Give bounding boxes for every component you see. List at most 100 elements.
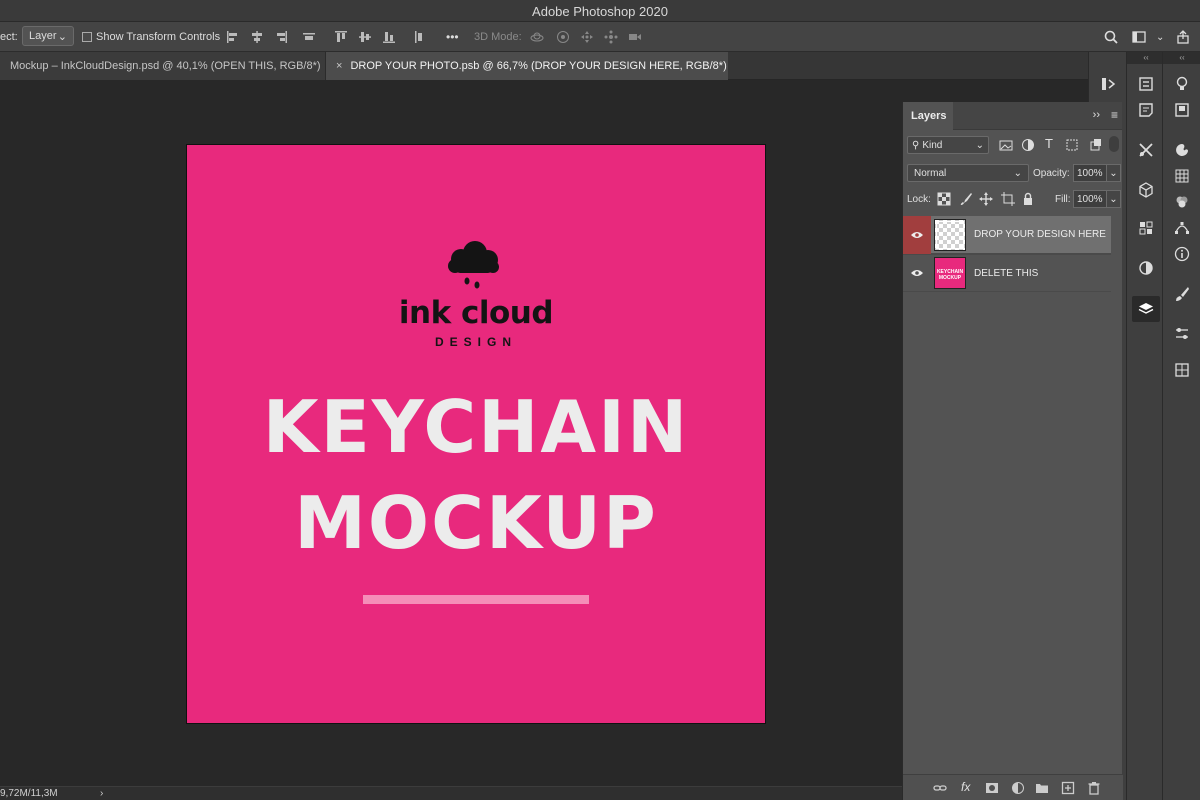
lock-position-icon[interactable] [979,192,993,209]
app-title: Adobe Photoshop 2020 [532,4,668,19]
align-left-icon[interactable] [226,22,240,52]
status-menu-arrow[interactable]: › [100,788,103,799]
channels-icon[interactable] [1172,192,1192,212]
panel-dock-2: ‹‹ [1162,52,1200,800]
layer-row-delete-this[interactable]: KEYCHAIN MOCKUP DELETE THIS [903,254,1111,292]
fill-input[interactable]: 100% [1073,190,1107,208]
lock-artboard-icon[interactable] [1001,192,1015,209]
properties-icon[interactable] [1136,74,1156,94]
align-top-icon[interactable] [334,22,348,52]
blend-row: Normal ⌄ Opacity: 100% ⌄ [903,160,1123,186]
swatches-icon[interactable] [1172,166,1192,186]
collapse-dock-icon[interactable]: ‹‹ [1163,52,1200,64]
3d-orbit-icon[interactable] [530,22,544,52]
visibility-eye-icon[interactable] [903,215,931,254]
tab-layers[interactable]: Layers [903,102,953,130]
more-options-button[interactable]: ••• [446,22,459,52]
adjustments-icon[interactable] [1136,258,1156,278]
opacity-input[interactable]: 100% [1073,164,1107,182]
options-bar: ect: Layer ⌄ Show Transform Controls •••… [0,22,1200,52]
3d-slide-icon[interactable] [604,22,618,52]
layer-name: DELETE THIS [974,267,1039,279]
notes-icon[interactable] [1136,100,1156,120]
shape-filter-icon[interactable] [1065,138,1079,155]
3d-pan-icon[interactable] [580,22,594,52]
trash-icon[interactable] [1087,781,1101,800]
image-filter-icon[interactable] [999,138,1013,155]
tab-mockup-psd[interactable]: Mockup – InkCloudDesign.psd @ 40,1% (OPE… [0,52,326,80]
distribute-icon[interactable] [302,22,316,52]
type-filter-icon[interactable]: T [1045,136,1053,151]
collapse-panel-icon[interactable]: ›› [1093,109,1100,121]
chevron-down-icon[interactable]: ⌄ [1156,22,1164,52]
libraries-icon[interactable] [1136,218,1156,238]
align-bottom-icon[interactable] [382,22,396,52]
lock-transparent-icon[interactable] [937,192,951,209]
visibility-eye-icon[interactable] [903,254,931,292]
navigator-icon[interactable] [1172,100,1192,120]
auto-select-dropdown[interactable]: Layer ⌄ [22,26,74,46]
filter-kind-dropdown[interactable]: ⚲ Kind ⌄ [907,136,989,154]
chevron-down-icon[interactable]: ⌄ [1107,190,1121,208]
chevron-down-icon: ⌄ [1013,167,1022,179]
checkbox[interactable] [82,32,92,42]
history-icon[interactable] [1098,74,1118,94]
layer-row-drop-your-design-here[interactable]: DROP YOUR DESIGN HERE [903,215,1111,254]
panel-dock-1: ‹‹ [1126,52,1165,800]
smart-object-filter-icon[interactable] [1089,138,1103,155]
chevron-down-icon: ⌄ [975,139,984,151]
tab-label: DROP YOUR PHOTO.psb @ 66,7% (DROP YOUR D… [350,60,727,72]
lock-row: Lock: Fill: 100% ⌄ [903,186,1123,212]
paths-icon[interactable] [1172,218,1192,238]
info-icon[interactable] [1172,244,1192,264]
share-icon[interactable] [1176,22,1190,52]
thumbnail-text-2: MOCKUP [938,275,962,281]
3d-camera-icon[interactable] [628,22,642,52]
search-icon[interactable] [1104,22,1118,52]
adjustment-filter-icon[interactable] [1021,138,1035,155]
lightbulb-icon[interactable] [1172,74,1192,94]
3d-cube-icon[interactable] [1136,180,1156,200]
lock-pixels-icon[interactable] [959,192,973,209]
panel-menu-icon[interactable]: ≡ [1111,108,1118,122]
lock-all-icon[interactable] [1021,192,1035,209]
chevron-down-icon: ⌄ [57,30,67,43]
status-bar: 9,72M/11,3M › [0,786,902,800]
glyphs-icon[interactable] [1172,360,1192,380]
logo-subtitle: DESIGN [434,335,517,349]
layers-panel: Layers ›› ≡ ⚲ Kind ⌄ T Normal ⌄ Opacity:… [902,102,1123,800]
document-canvas[interactable]: ink cloud DESIGN KEYCHAIN MOCKUP [186,144,766,724]
tab-drop-your-photo[interactable]: × DROP YOUR PHOTO.psb @ 66,7% (DROP YOUR… [326,52,728,80]
folder-icon[interactable] [1035,781,1049,800]
logo-wordmark: ink cloud [398,295,554,331]
fill-label: Fill: [1055,194,1071,205]
new-layer-icon[interactable] [1061,781,1075,800]
layer-thumbnail: KEYCHAIN MOCKUP [934,257,966,289]
link-layers-icon[interactable] [933,781,947,800]
add-mask-icon[interactable] [985,781,999,800]
brush-icon[interactable] [1172,284,1192,304]
layers-panel-header: Layers ›› ≡ [903,102,1122,130]
filter-toggle[interactable] [1109,136,1119,152]
distribute-vertical-icon[interactable] [412,22,426,52]
collapse-dock-icon[interactable]: ‹‹ [1127,52,1165,64]
adjustment-layer-icon[interactable] [1011,781,1025,800]
layer-filter-row: ⚲ Kind ⌄ T [903,132,1123,158]
workspace-icon[interactable] [1132,22,1146,52]
show-transform-controls-toggle[interactable]: Show Transform Controls [82,22,220,52]
align-middle-icon[interactable] [358,22,372,52]
fx-icon[interactable]: fx [961,780,970,794]
layer-name: DROP YOUR DESIGN HERE [974,229,1106,240]
headline-line-2: MOCKUP [294,481,658,565]
brush-settings-icon[interactable] [1172,324,1192,344]
tools-preset-icon[interactable] [1136,140,1156,160]
chevron-down-icon[interactable]: ⌄ [1107,164,1121,182]
blend-mode-value: Normal [914,167,947,179]
blend-mode-dropdown[interactable]: Normal ⌄ [907,164,1029,182]
align-center-icon[interactable] [250,22,264,52]
color-palette-icon[interactable] [1172,140,1192,160]
3d-roll-icon[interactable] [556,22,570,52]
align-right-icon[interactable] [274,22,288,52]
close-icon[interactable]: × [336,60,342,72]
layers-stack-icon[interactable] [1132,296,1160,322]
